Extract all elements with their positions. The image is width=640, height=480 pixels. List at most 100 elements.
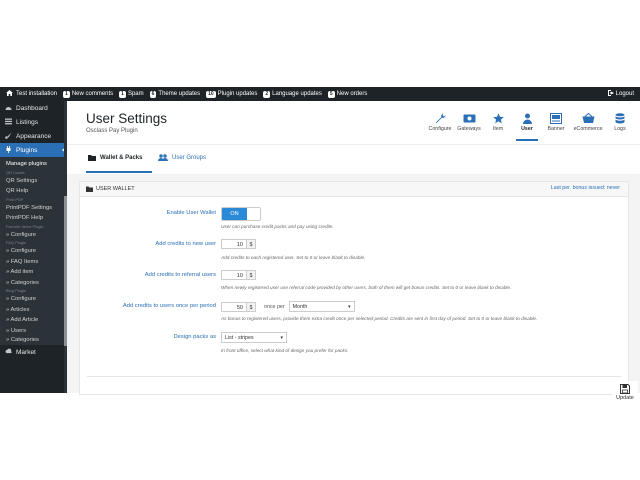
submenu-item[interactable]: » Add Article (0, 315, 67, 326)
active-tab-indicator (86, 171, 152, 173)
logout-link[interactable]: Logout (607, 87, 634, 101)
topbar-label: Spam (127, 91, 144, 97)
new-user-credits-help: Add credits to each registered user. Set… (221, 255, 366, 260)
sidebar-item-appearance[interactable]: Appearance (0, 129, 67, 143)
nav-gateways[interactable]: Gateways (456, 113, 482, 141)
submenu-item[interactable]: » Articles (0, 305, 67, 316)
design-packs-label: Design packs as (173, 334, 216, 340)
nav-configure[interactable]: Configure (427, 113, 453, 141)
folder-icon (88, 155, 96, 161)
tab-wallet-packs[interactable]: Wallet & Packs (88, 154, 142, 161)
topbar-label: Theme updates (158, 91, 201, 97)
topbar-comments[interactable]: 1 New comments (63, 90, 114, 98)
new-user-credits-input[interactable]: 10 (221, 239, 247, 249)
enable-wallet-help: User can purchase credit packs and pay u… (221, 224, 334, 229)
period-credits-control: 50 $ once per Month ▾ (221, 301, 355, 312)
design-packs-select[interactable]: List - stripes ▾ (221, 332, 287, 343)
count-badge: 1 (119, 90, 126, 98)
nav-label: eCommerce (573, 126, 603, 132)
cloud-icon (4, 348, 12, 356)
plugin-nav: Configure Gateways Item User Banner eCom… (424, 113, 633, 141)
referral-credits-input[interactable]: 10 (221, 270, 247, 280)
panel-title: USER WALLET (96, 186, 135, 192)
submenu-item[interactable]: QR Settings (0, 176, 67, 187)
basket-icon (582, 113, 594, 123)
banner-icon (550, 113, 562, 124)
count-badge: 1 (63, 90, 70, 98)
plug-icon (4, 145, 12, 155)
enable-wallet-toggle[interactable]: ON (221, 207, 261, 221)
sidebar-item-market[interactable]: Market (0, 345, 67, 359)
nav-item[interactable]: Item (485, 113, 511, 141)
currency-addon: $ (247, 301, 256, 312)
user-icon (522, 113, 532, 124)
nav-label: Configure (428, 126, 452, 132)
submenu-item[interactable]: » Categories (0, 336, 67, 342)
submenu-item[interactable]: PrintPDF Settings (0, 203, 67, 214)
topbar-site-name: Test installation (16, 91, 58, 97)
topbar-home[interactable]: Test installation (6, 90, 57, 98)
new-user-credits-control: 10 $ (221, 239, 256, 249)
database-icon (615, 113, 625, 124)
period-select-value: Month (292, 304, 308, 310)
referral-credits-control: 10 $ (221, 270, 256, 280)
submenu-item[interactable]: » FAQ Items (0, 257, 67, 268)
count-badge: 2 (263, 90, 271, 98)
submenu-item[interactable]: QR Help (0, 186, 67, 197)
count-badge: 6 (149, 90, 157, 98)
tab-user-groups[interactable]: User Groups (158, 154, 206, 161)
listings-icon (4, 118, 12, 127)
nav-banner[interactable]: Banner (543, 113, 569, 141)
main-content: User Settings Osclass Pay Plugin Configu… (67, 101, 640, 406)
nav-label: User (521, 126, 533, 132)
submenu-item[interactable]: » Users (0, 326, 67, 337)
wrench-icon (435, 113, 445, 124)
folder-icon (86, 186, 93, 192)
submenu-item[interactable]: » Configure (0, 230, 67, 241)
topbar-plugin-updates[interactable]: 10 Plugin updates (206, 90, 257, 98)
sidebar-item-listings[interactable]: Listings (0, 115, 67, 129)
nav-ecommerce[interactable]: eCommerce (572, 113, 604, 141)
admin-top-bar: Test installation 1 New comments 1 Spam 6T… (0, 87, 640, 101)
topbar-language-updates[interactable]: 2 Language updates (263, 90, 322, 98)
sidebar-label: Plugins (16, 146, 38, 154)
submenu-item[interactable]: » Add item (0, 267, 67, 278)
money-icon (463, 114, 475, 123)
submenu-item[interactable]: » Configure (0, 294, 67, 305)
page-subtitle: Osclass Pay Plugin (86, 128, 138, 134)
toggle-on-label: ON (222, 208, 247, 220)
panel-header: USER WALLET Last per. bonus issued: neve… (80, 182, 628, 197)
update-label: Update (616, 395, 634, 401)
user-wallet-panel: USER WALLET Last per. bonus issued: neve… (79, 181, 638, 406)
design-packs-control: List - stripes ▾ (221, 332, 287, 343)
topbar-theme-updates[interactable]: 6 Theme updates (149, 90, 201, 98)
period-select[interactable]: Month ▾ (288, 301, 355, 312)
sidebar-item-plugins[interactable]: Plugins (0, 143, 67, 157)
once-per-label: once per (264, 303, 285, 310)
tab-label: Wallet & Packs (100, 154, 143, 161)
topbar-new-orders[interactable]: 5 New orders (327, 90, 368, 98)
admin-sidebar: Dashboard Listings Appearance Plugins Ma… (0, 101, 67, 393)
logout-label: Logout (615, 91, 634, 97)
topbar-label: Language updates (272, 91, 322, 97)
submenu-item[interactable]: PrintPDF Help (0, 213, 67, 224)
nav-user[interactable]: User (514, 113, 540, 141)
sidebar-label: Appearance (16, 132, 52, 140)
nav-label: Gateways (457, 126, 481, 132)
sidebar-label: Market (16, 348, 36, 356)
submenu-item[interactable]: » Categories (0, 278, 67, 289)
submenu-item[interactable]: Manage plugins (0, 159, 67, 170)
sidebar-item-dashboard[interactable]: Dashboard (0, 101, 67, 115)
sidebar-label: Listings (16, 118, 39, 126)
brush-icon (4, 132, 12, 141)
settings-tabs: Wallet & Packs User Groups (67, 144, 640, 174)
topbar-spam[interactable]: 1 Spam (119, 90, 144, 98)
topbar-label: New comments (71, 91, 114, 97)
update-button[interactable]: Update (612, 381, 638, 406)
nav-label: Item (492, 126, 504, 132)
topbar-label: New orders (336, 91, 368, 97)
nav-logs[interactable]: Logs (607, 113, 633, 141)
submenu-item[interactable]: » Configure (0, 246, 67, 257)
count-badge: 5 (327, 90, 335, 98)
period-credits-input[interactable]: 50 (221, 301, 247, 312)
